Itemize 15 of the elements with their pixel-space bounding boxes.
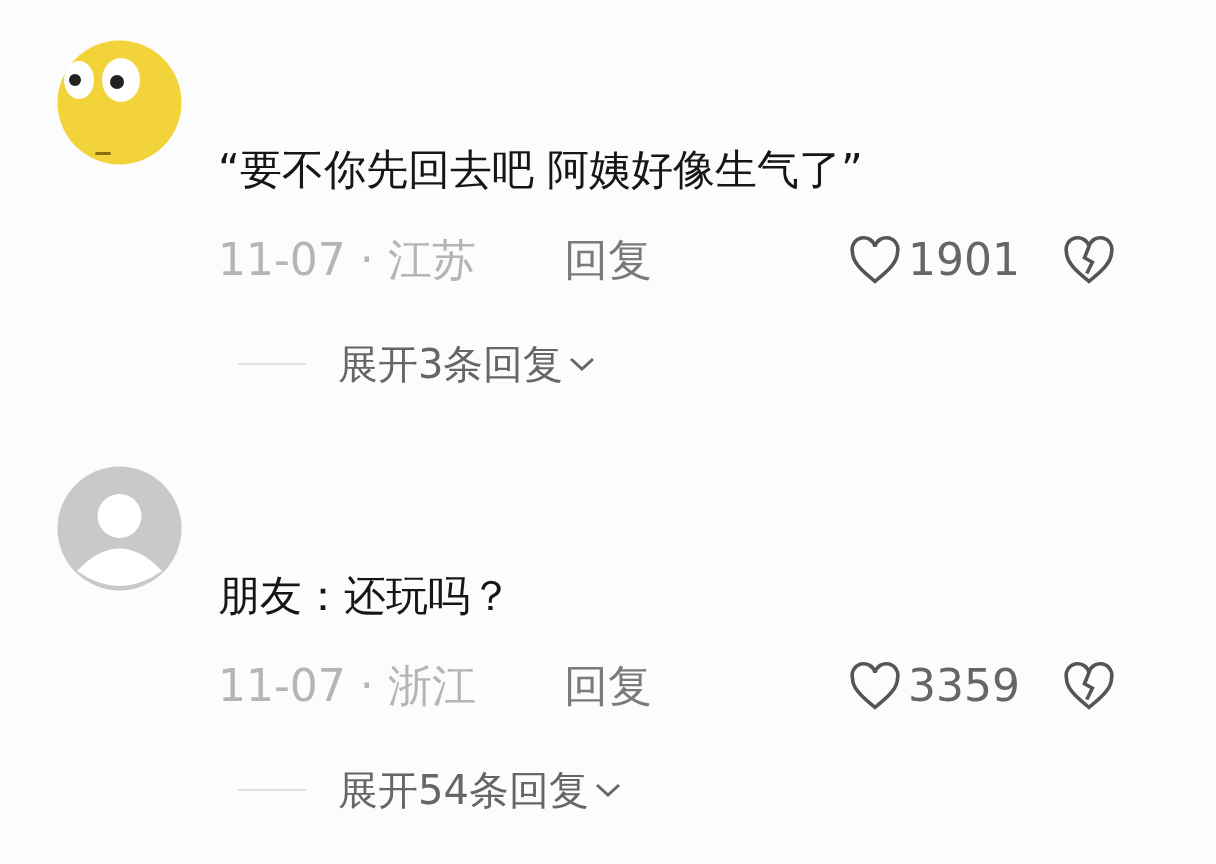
comment-text: “要不你先回去吧 阿姨好像生气了” bbox=[218, 144, 864, 196]
broken-heart-icon[interactable] bbox=[1062, 661, 1116, 711]
heart-icon[interactable] bbox=[848, 235, 902, 285]
comment-meta: 11-07 · 江苏 bbox=[218, 233, 477, 287]
like-count: 1901 bbox=[908, 233, 1020, 287]
heart-icon[interactable] bbox=[848, 661, 902, 711]
expand-replies-button[interactable]: 展开3条回复 bbox=[338, 334, 598, 394]
reply-button[interactable]: 回复 bbox=[564, 227, 652, 293]
comment-text: 朋友：还玩吗？ bbox=[218, 570, 513, 622]
comment-meta: 11-07 · 浙江 bbox=[218, 659, 477, 713]
like-count: 3359 bbox=[908, 659, 1020, 713]
broken-heart-icon[interactable] bbox=[1062, 235, 1116, 285]
emoji-avatar-icon[interactable] bbox=[57, 40, 182, 165]
expand-replies-button[interactable]: 展开54条回复 bbox=[338, 760, 623, 820]
reply-button[interactable]: 回复 bbox=[564, 653, 652, 719]
